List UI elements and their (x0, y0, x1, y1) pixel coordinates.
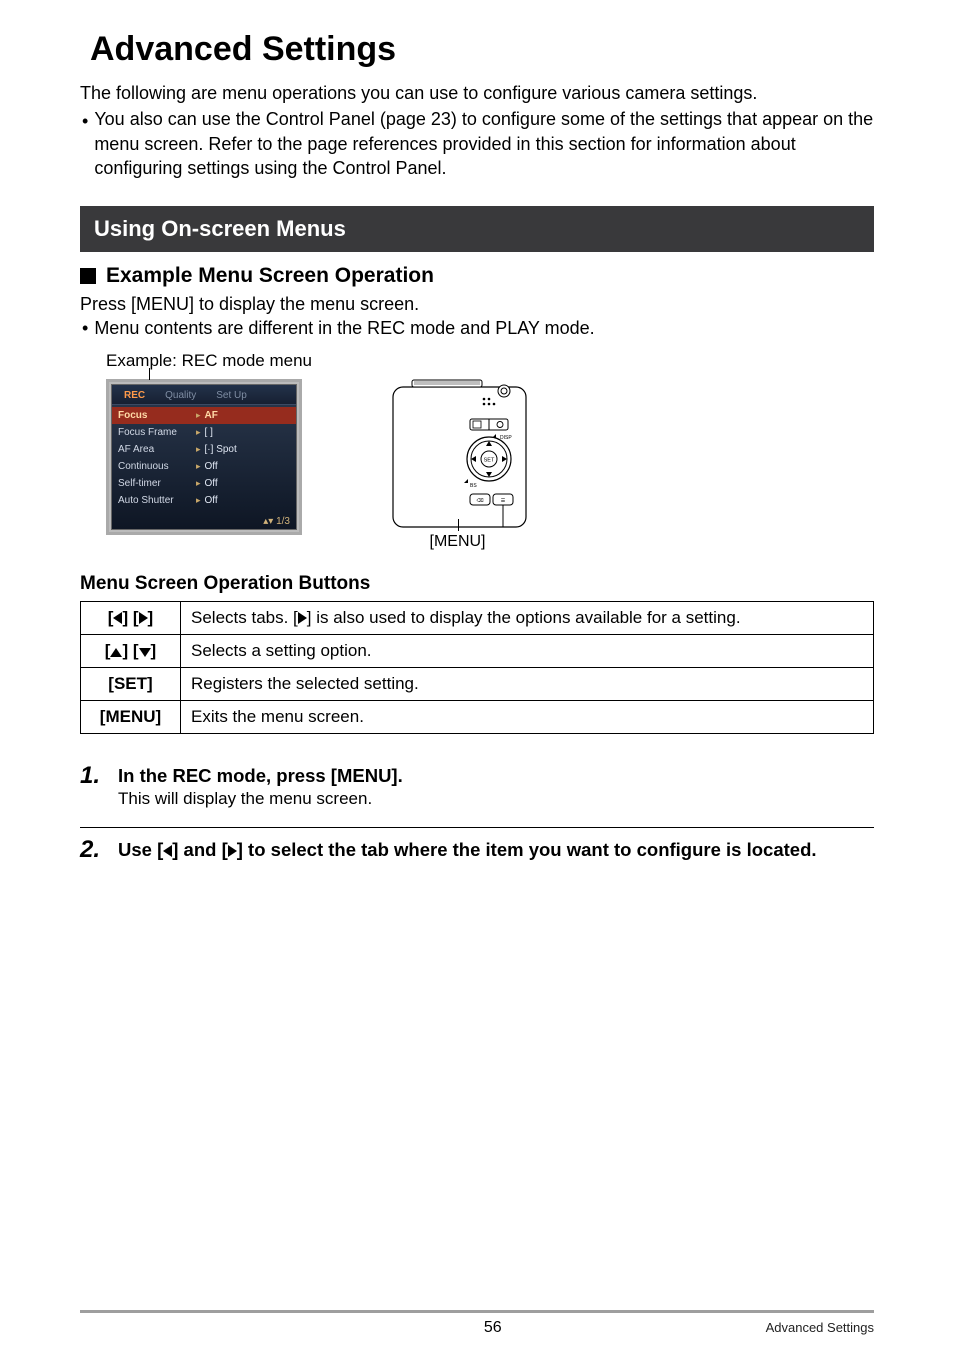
lcd-tab-rec: REC (118, 389, 151, 402)
sub-bullet: • Menu contents are different in the REC… (80, 316, 874, 340)
step-title: Use [] and [] to select the tab where th… (118, 838, 874, 863)
camera-back-icon: DISP SET BS ⌫ ☰ (392, 379, 527, 529)
lcd-row: Focus Frame ▸ [ ] (112, 424, 296, 441)
step-number: 1. (80, 764, 106, 809)
page-footer: 56 Advanced Settings (80, 1310, 874, 1337)
example-row: REC Quality Set Up Focus ▸ AF Focus Fram… (106, 379, 874, 551)
page-title: Advanced Settings (90, 30, 874, 69)
lcd-tabs: REC Quality Set Up (112, 385, 296, 405)
down-arrow-icon (139, 648, 151, 657)
step-number: 2. (80, 838, 106, 863)
right-arrow-icon (228, 845, 237, 857)
step-desc: This will display the menu screen. (118, 789, 874, 809)
svg-text:BS: BS (470, 483, 477, 489)
page: Advanced Settings The following are menu… (0, 0, 954, 1357)
step-1: 1. In the REC mode, press [MENU]. This w… (80, 764, 874, 817)
square-bullet-icon (80, 268, 96, 284)
lcd-menu-figure: REC Quality Set Up Focus ▸ AF Focus Fram… (106, 379, 302, 535)
up-arrow-icon (110, 648, 122, 657)
intro-bullet-text: You also can use the Control Panel (page… (94, 107, 874, 180)
svg-text:⌫: ⌫ (476, 498, 483, 504)
step-2: 2. Use [] and [] to select the tab where… (80, 827, 874, 871)
lcd-tab-quality: Quality (159, 389, 202, 402)
table-key: [SET] (81, 667, 181, 700)
lcd-screen: REC Quality Set Up Focus ▸ AF Focus Fram… (111, 384, 297, 530)
table-key: [] [] (81, 634, 181, 667)
subheading: Example Menu Screen Operation (80, 264, 874, 288)
svg-text:SET: SET (484, 457, 495, 463)
table-desc: Registers the selected setting. (181, 667, 874, 700)
lcd-row: Focus ▸ AF (112, 407, 296, 424)
table-desc: Selects a setting option. (181, 634, 874, 667)
right-arrow-icon (298, 612, 307, 624)
table-row: [] [] Selects a setting option. (81, 634, 874, 667)
lcd-tab-setup: Set Up (210, 389, 253, 402)
section-heading: Using On-screen Menus (80, 206, 874, 252)
intro-text: The following are menu operations you ca… (80, 81, 874, 105)
table-key: [] [] (81, 601, 181, 634)
lcd-rows: Focus ▸ AF Focus Frame ▸ [ ] AF Area ▸ [… (112, 405, 296, 509)
table-desc: Selects tabs. [] is also used to display… (181, 601, 874, 634)
svg-text:DISP: DISP (500, 435, 512, 441)
lcd-row: Auto Shutter ▸ Off (112, 492, 296, 509)
lcd-row: Self-timer ▸ Off (112, 475, 296, 492)
menu-button-label: [MENU] (430, 533, 486, 551)
bullet-dot: • (82, 316, 88, 340)
operation-buttons-table: [] [] Selects tabs. [] is also used to d… (80, 601, 874, 734)
left-arrow-icon (113, 612, 122, 624)
camera-figure: DISP SET BS ⌫ ☰ (392, 379, 527, 551)
table-row: [MENU] Exits the menu screen. (81, 700, 874, 733)
bullet-dot: • (82, 107, 88, 180)
step-title: In the REC mode, press [MENU]. (118, 764, 874, 789)
lcd-row: AF Area ▸ [·] Spot (112, 441, 296, 458)
sub-p1: Press [MENU] to display the menu screen. (80, 292, 874, 316)
lcd-row: Continuous ▸ Off (112, 458, 296, 475)
svg-text:☰: ☰ (501, 498, 506, 504)
table-row: [] [] Selects tabs. [] is also used to d… (81, 601, 874, 634)
table-title: Menu Screen Operation Buttons (80, 573, 874, 595)
steps: 1. In the REC mode, press [MENU]. This w… (80, 754, 874, 871)
left-arrow-icon (163, 845, 172, 857)
table-desc: Exits the menu screen. (181, 700, 874, 733)
page-number: 56 (220, 1319, 766, 1337)
table-key: [MENU] (81, 700, 181, 733)
footer-label: Advanced Settings (766, 1320, 874, 1335)
table-row: [SET] Registers the selected setting. (81, 667, 874, 700)
intro-bullet: • You also can use the Control Panel (pa… (80, 107, 874, 180)
subheading-text: Example Menu Screen Operation (106, 264, 434, 288)
sub-p2: Menu contents are different in the REC m… (94, 316, 594, 340)
lcd-page-indicator: ▴▾ 1/3 (263, 516, 290, 527)
example-label: Example: REC mode menu (106, 351, 874, 371)
right-arrow-icon (139, 612, 148, 624)
